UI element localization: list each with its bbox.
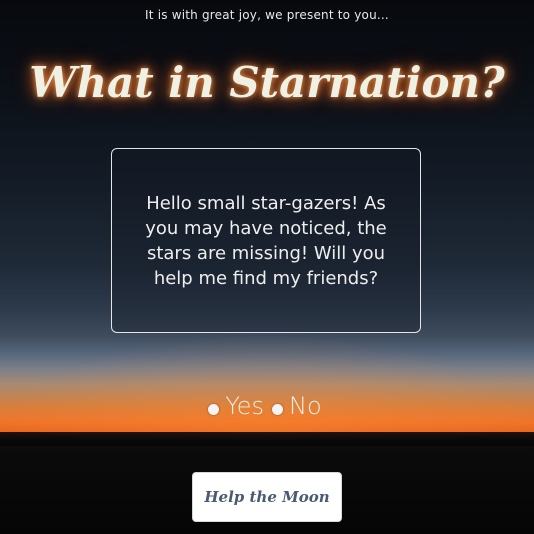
message-box: Hello small star-gazers! As you may have… — [111, 148, 421, 333]
horizon-glow — [0, 330, 534, 440]
intro-text: It is with great joy, we present to you.… — [145, 8, 389, 22]
horizon-treeline — [0, 432, 534, 446]
yes-label: Yes — [225, 392, 265, 420]
no-radio[interactable] — [272, 403, 284, 415]
answer-choices: Yes No — [0, 392, 534, 420]
message-text: Hello small star-gazers! As you may have… — [145, 192, 387, 289]
page-title: What in Starnation? — [29, 58, 505, 107]
choice-no[interactable]: No — [272, 392, 326, 420]
choice-yes[interactable]: Yes — [208, 392, 268, 420]
help-the-moon-button[interactable]: Help the Moon — [192, 472, 342, 522]
yes-radio[interactable] — [208, 403, 220, 415]
no-label: No — [289, 392, 322, 420]
